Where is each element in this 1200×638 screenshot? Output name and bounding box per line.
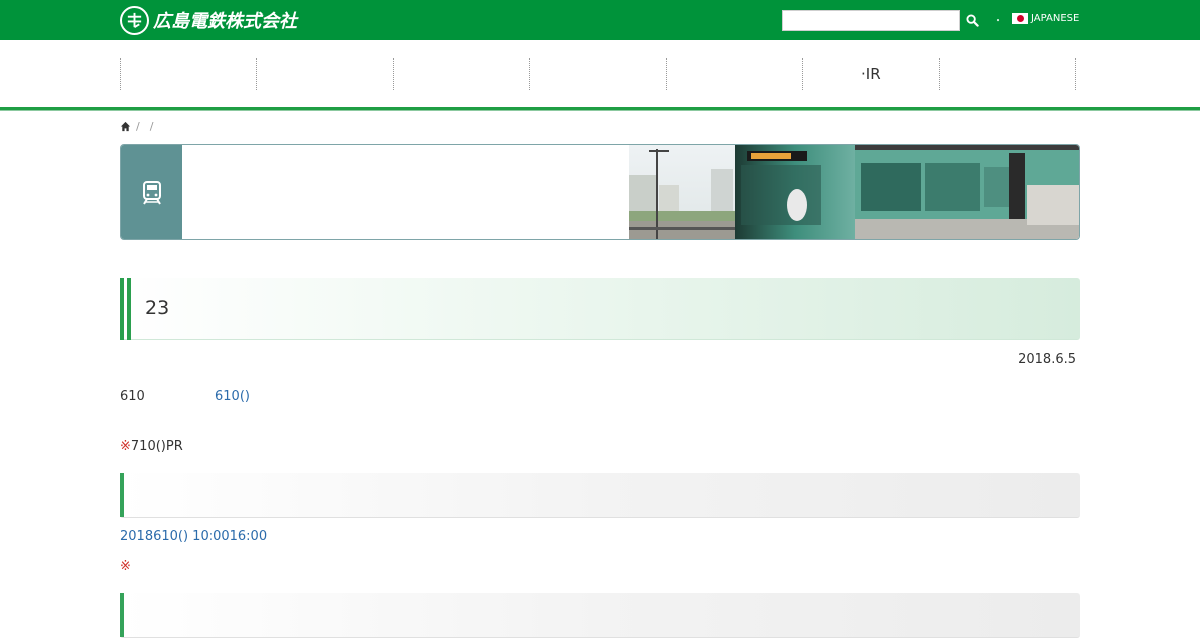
heading-accent-bar <box>127 278 131 340</box>
article-text: 610 <box>120 389 145 404</box>
section-heading <box>120 593 1080 638</box>
nav-item-1[interactable] <box>121 58 258 90</box>
breadcrumb-separator: / <box>136 120 140 133</box>
article-note: ※ <box>120 559 131 574</box>
nav-item-5[interactable] <box>667 58 804 90</box>
article-date: 2018.6.5 <box>1018 352 1076 367</box>
nav-item-7[interactable] <box>940 58 1076 90</box>
nav-item-4[interactable] <box>530 58 667 90</box>
article-heading: 23 <box>120 278 1080 340</box>
site-logo[interactable]: 広島電鉄株式会社 <box>120 5 297 35</box>
search-icon <box>965 14 979 27</box>
section-accent-bar <box>120 593 124 637</box>
category-banner <box>120 144 1080 240</box>
note-mark: ※ <box>120 559 131 574</box>
search-button[interactable] <box>962 10 982 31</box>
logo-mark-icon <box>120 5 149 35</box>
nav-item-2[interactable] <box>257 58 394 90</box>
note-text: 710()PR <box>130 439 183 454</box>
section-heading <box>120 473 1080 518</box>
heading-accent-bar <box>120 278 124 340</box>
article-note: ※710()PR <box>120 439 183 454</box>
header-separator: ・ <box>993 16 1003 27</box>
section-accent-bar <box>120 473 124 517</box>
top-bar: 広島電鉄株式会社 ・ JAPANESE <box>0 0 1200 40</box>
event-datetime-link[interactable]: 2018610() 10:0016:00 <box>120 529 267 544</box>
logo-text: 広島電鉄株式会社 <box>153 11 297 32</box>
language-label: JAPANESE <box>1031 13 1080 24</box>
note-mark: ※ <box>120 439 131 454</box>
train-icon <box>142 181 161 205</box>
tram-station-photo <box>629 145 1079 239</box>
home-icon[interactable] <box>120 121 131 132</box>
nav-item-3[interactable] <box>394 58 531 90</box>
nav-item-ir[interactable]: ·IR <box>803 58 940 90</box>
global-nav: ·IR <box>120 58 1076 90</box>
article-link[interactable]: 610() <box>215 389 250 404</box>
nav-rule-thin <box>0 110 1200 111</box>
breadcrumb: / / <box>120 120 158 133</box>
japan-flag-icon <box>1012 13 1028 24</box>
search-input[interactable] <box>782 10 960 31</box>
breadcrumb-separator: / <box>149 120 154 133</box>
banner-icon-panel <box>121 145 182 239</box>
article-title: 23 <box>145 297 170 319</box>
language-switch[interactable]: JAPANESE <box>1012 13 1079 24</box>
